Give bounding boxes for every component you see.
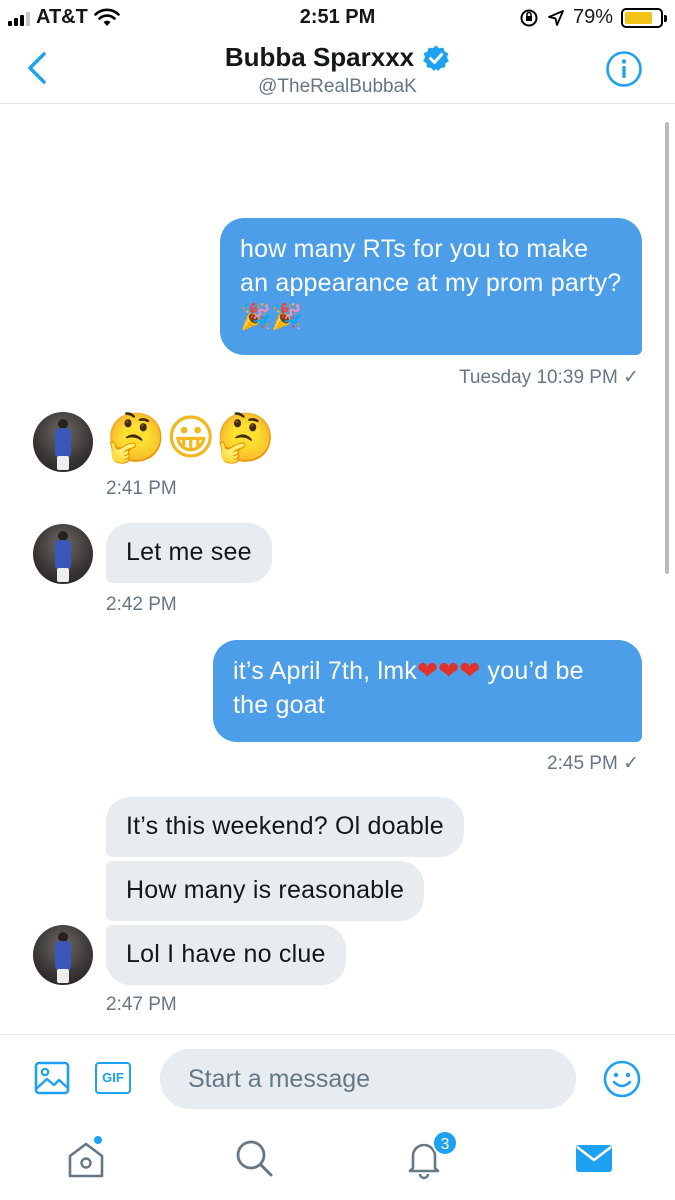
notifications-count-badge: 3 [432,1130,458,1156]
search-icon[interactable] [232,1136,276,1180]
received-message-bubble[interactable]: Let me see [106,523,272,583]
gif-button[interactable]: GIF [95,1062,131,1094]
message-composer: GIF [0,1034,675,1122]
sent-message-bubble[interactable]: how many RTs for you to make an appearan… [220,218,642,355]
contact-handle: @TheRealBubbaK [258,76,417,97]
message-text: How many is reasonable [126,876,405,904]
emoji-text: 🤔😀🤔 [106,410,276,466]
status-bar: AT&T 2:51 PM 79% [0,0,675,36]
contact-name: Bubba Sparxxx [224,42,415,72]
avatar[interactable] [33,412,93,472]
image-icon[interactable] [34,1061,70,1095]
emoji-message[interactable]: 🤔😀🤔 [106,410,276,466]
message-timestamp: Tuesday 10:39 PM ✓ [459,367,639,388]
received-message-bubble[interactable]: How many is reasonable [106,861,425,921]
header-title-block[interactable]: Bubba Sparxxx @TheRealBubbaK [0,42,675,98]
emoji-icon[interactable] [602,1059,642,1099]
status-right: 79% [519,6,667,29]
battery-icon [621,7,667,28]
message-text: how many RTs for you to make an appearan… [240,235,622,331]
avatar[interactable] [33,524,93,584]
message-input[interactable] [160,1049,576,1109]
message-timestamp: 2:42 PM [106,594,177,615]
message-text: Let me see [126,538,252,566]
message-timestamp: 2:47 PM [106,994,177,1015]
dm-conversation-screen: AT&T 2:51 PM 79% Bubba Sparxxx @TheRealB… [0,0,675,1200]
battery-percent: 79% [572,6,613,28]
avatar[interactable] [33,925,93,985]
message-timestamp: 2:41 PM [106,478,177,499]
sent-message-bubble[interactable]: it’s April 7th, lmk❤❤❤ you’d be the goat [213,640,642,742]
info-icon[interactable] [605,50,643,88]
gif-label: GIF [102,1070,124,1085]
location-arrow-icon [548,9,564,26]
messages-envelope-icon[interactable] [572,1136,616,1180]
message-text: It’s this weekend? Ol doable [126,812,444,840]
received-message-bubble[interactable]: Lol I have no clue [106,925,346,985]
message-text: Lol I have no clue [126,940,326,968]
battery-level [625,11,652,24]
message-text: it’s April 7th, lmk [233,657,417,685]
verified-badge-icon [423,45,449,71]
conversation-header: Bubba Sparxxx @TheRealBubbaK [0,36,675,104]
bottom-tab-bar [0,1122,675,1200]
heart-emojis: ❤❤❤ [416,656,481,685]
rotation-lock-icon [520,9,538,26]
home-icon[interactable] [64,1136,108,1180]
message-timestamp: 2:45 PM ✓ [547,753,639,774]
received-message-bubble[interactable]: It’s this weekend? Ol doable [106,797,464,857]
scrollbar[interactable] [665,122,669,574]
